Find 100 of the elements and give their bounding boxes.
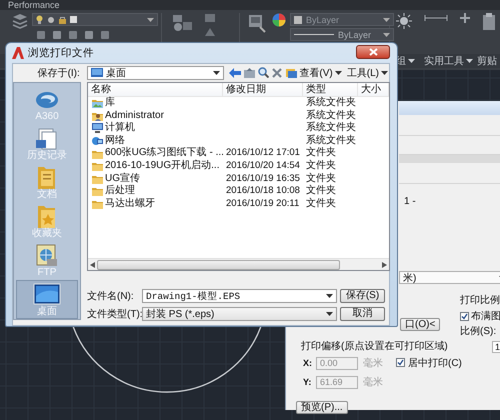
measure-icon [424,13,448,23]
group-title: 打印偏移(原点设置在可打印区域) [301,341,448,352]
up-folder-icon[interactable] [244,68,256,78]
file-name-field[interactable]: Drawing1-模型.EPS [142,289,337,303]
layers-icon [12,13,28,29]
folder-icon [92,186,103,196]
view-menu[interactable]: 查看(V) [285,66,343,80]
checkbox[interactable] [460,312,469,320]
close-icon [368,48,378,56]
save-in-label: 保存于(I): [36,66,80,80]
item-name[interactable]: 马达出螺牙 [105,198,155,210]
network-icon [92,136,103,146]
item-name[interactable]: 库 [105,97,115,110]
tool-icon [204,27,216,37]
caret-icon [326,312,333,316]
scale-label: 比例(S): [460,326,498,337]
type-cell-text: 文件夹 [305,198,337,210]
caret-icon [383,32,390,36]
type-cell-text: 系统文件夹 [305,134,357,146]
page-label: 1 - [403,196,417,207]
ribbon-tab[interactable]: Performance [8,0,60,10]
panel-label[interactable]: 剪贴 [477,54,497,68]
window-button[interactable]: 口(O)< [400,318,440,331]
field-label: 文件名(N): [87,290,135,303]
group-title: 打印比例 [460,295,500,306]
folder-icon [92,174,103,184]
delete-icon[interactable] [272,68,282,78]
color-wheel-icon [272,13,286,27]
date-cell-text: 2016/10/20 14:54 [225,160,301,173]
swatch-icon [70,16,77,23]
unit-label: 毫米 [363,356,383,370]
item-name[interactable]: 600张UG练习图纸下载 - ... [105,147,224,160]
caret-icon [147,18,154,22]
type-cell-text: 文件夹 [305,185,337,198]
scale-field[interactable]: 1 [492,341,500,353]
user-folder-icon [92,110,103,121]
item-name[interactable]: 后处理 [105,185,135,198]
preview-button[interactable]: 预览(P)... [296,401,348,414]
save-in-dropdown[interactable]: 桌面 [86,66,224,80]
type-cell-text: 文件夹 [305,160,337,172]
caret-icon [326,294,333,298]
column-header[interactable]: 类型 [303,83,358,96]
search-icon[interactable] [258,67,270,78]
library-icon [92,98,103,108]
folder-icon [92,161,103,172]
cancel-button[interactable]: 取消 [340,307,385,321]
clipboard-icon [482,13,496,31]
checkbox-label: 居中打印(C) [408,356,462,370]
panel-label[interactable]: 实用工具 [424,54,464,68]
sun-icon [396,13,412,29]
scroll-right-icon[interactable] [382,262,387,268]
view-icon [286,68,298,78]
axis-label: X: [303,358,313,368]
item-name[interactable]: 网络 [105,134,125,148]
folder-icon [92,199,103,210]
file-type-dropdown[interactable]: 封装 PS (*.eps) [142,307,337,321]
linetype-dropdown[interactable]: ByLayer [290,28,394,41]
blocks-icon [172,13,194,33]
checkbox-label: 布满图 [471,310,500,323]
folder-icon [92,148,103,159]
axis-label: Y: [303,377,312,387]
date-cell-text: 2016/10/19 16:35 [225,172,301,186]
line-icon [294,33,334,36]
item-name[interactable]: Administrator [105,110,164,122]
horizontal-scrollbar[interactable] [88,258,389,270]
column-header[interactable]: 修改日期 [223,83,303,96]
tools-menu[interactable]: 工具(L) [346,66,389,80]
monitor-icon [33,282,61,306]
swatch-icon [294,16,302,24]
tool-icon [204,13,216,23]
column-header[interactable]: 名称 [88,83,223,96]
layer-dropdown[interactable] [32,13,158,26]
desktop-icon [90,68,103,77]
caret-icon [383,18,390,22]
plus-icon [460,13,470,23]
date-cell-text: 2016/10/18 10:08 [225,185,301,198]
close-button[interactable] [356,44,390,58]
item-name[interactable]: 计算机 [105,122,135,135]
save-button[interactable]: 保存(S) [340,289,385,303]
lock-icon [59,16,66,24]
scroll-left-icon[interactable] [90,262,95,268]
app-icon [12,47,24,59]
sun-icon [47,16,55,24]
type-cell-text: 系统文件夹 [305,97,357,110]
units-dropdown[interactable]: 米) [399,271,500,284]
type-cell-text: 系统文件夹 [305,110,357,122]
column-header[interactable]: 大小 [358,83,389,96]
type-cell-text: 文件夹 [305,172,337,184]
item-name[interactable]: UG宣传 [105,172,140,186]
bulb-icon [36,15,43,24]
back-icon[interactable] [229,68,242,78]
computer-icon [92,123,103,134]
properties-icon [248,13,268,35]
type-cell-text: 系统文件夹 [305,122,357,134]
date-cell-text: 2016/10/19 20:11 [225,198,300,210]
date-cell-text: 2016/10/12 17:01 [225,147,301,160]
unit-label: 毫米 [363,376,383,389]
field-label: 文件类型(T): [87,308,142,321]
item-name[interactable]: 2016-10-19UG开机启动... [105,160,220,173]
window-title: 浏览打印文件 [28,46,95,60]
